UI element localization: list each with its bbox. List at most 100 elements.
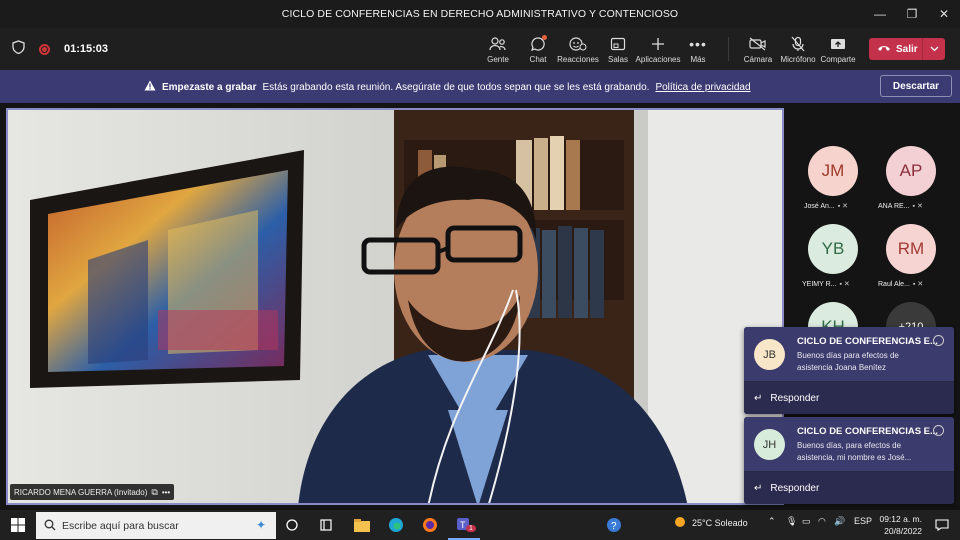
- volume-icon[interactable]: 🔊: [834, 516, 845, 527]
- taskbar-clock[interactable]: 09:12 a. m. 20/8/2022: [872, 513, 922, 537]
- share-button[interactable]: Comparte: [818, 28, 858, 70]
- more-icon: •••: [689, 35, 707, 52]
- banner-message: Estás grabando esta reunión. Asegúrate d…: [262, 81, 650, 93]
- search-icon: [44, 519, 56, 534]
- reply-arrow-icon: ↵: [754, 482, 763, 494]
- camera-off-icon: [749, 35, 767, 53]
- reactions-icon: [569, 35, 587, 53]
- weather-text: 25°C Soleado: [692, 518, 748, 528]
- hang-up-icon: [877, 44, 891, 55]
- participant-tile[interactable]: RM Raul Ale... ▪ ✕: [870, 218, 950, 292]
- wifi-icon[interactable]: ◠: [818, 516, 826, 527]
- chat-button[interactable]: Chat: [518, 28, 558, 70]
- weather-widget[interactable]: 25°C Soleado: [674, 516, 748, 530]
- leave-button[interactable]: Salir: [869, 38, 945, 60]
- muted-mic-icon: ▪ ✕: [837, 203, 849, 210]
- more-label: Más: [690, 54, 706, 64]
- task-view-icon[interactable]: [276, 510, 308, 540]
- participant-tile[interactable]: JM José An... ▪ ✕: [792, 140, 872, 214]
- notification-message: Buenos días, para efectos de asistencia,…: [797, 441, 912, 462]
- dismiss-banner-button[interactable]: Descartar: [880, 75, 952, 97]
- meeting-toolbar: 01:15:03 Gente Chat Reacciones Salas Apl…: [0, 28, 960, 70]
- share-label: Comparte: [820, 54, 856, 64]
- toolbar-divider: [728, 37, 729, 61]
- muted-mic-icon: ▪ ✕: [912, 281, 924, 288]
- reactions-button[interactable]: Reacciones: [557, 28, 599, 70]
- avatar: JB: [754, 339, 785, 370]
- chat-notification[interactable]: JB CICLO DE CONFERENCIAS E... Buenos día…: [744, 327, 954, 414]
- input-language[interactable]: ESP: [854, 516, 872, 526]
- help-icon[interactable]: ?: [598, 510, 630, 540]
- reactions-label: Reacciones: [557, 54, 599, 64]
- meeting-timer: 01:15:03: [64, 43, 109, 55]
- chat-notification[interactable]: JH CICLO DE CONFERENCIAS E... Buenos día…: [744, 417, 954, 504]
- muted-mic-icon: ▪ ✕: [839, 281, 850, 288]
- avatar: AP: [886, 146, 936, 196]
- people-icon: [489, 35, 507, 53]
- camera-button[interactable]: Cámara: [738, 28, 778, 70]
- clock-time: 09:12 a. m.: [879, 514, 922, 524]
- microphone-button[interactable]: Micrófono: [778, 28, 818, 70]
- chat-unread-dot: [542, 35, 547, 40]
- widgets-icon[interactable]: [310, 510, 342, 540]
- window-title: CICLO DE CONFERENCIAS EN DERECHO ADMINIS…: [281, 8, 679, 20]
- notifications-icon[interactable]: [926, 510, 958, 540]
- breakout-rooms-icon: [610, 35, 626, 53]
- avatar: RM: [886, 224, 936, 274]
- svg-text:?: ?: [611, 521, 617, 532]
- reply-button[interactable]: ↵ Responder: [744, 471, 954, 504]
- apps-label: Aplicaciones: [635, 54, 681, 64]
- participant-options-icon[interactable]: ⧉: [151, 487, 157, 498]
- avatar: YB: [808, 224, 858, 274]
- add-icon: [651, 35, 665, 53]
- notification-message: Buenos días para efectos de asistencia J…: [797, 351, 899, 372]
- participant-tile[interactable]: AP ANA RE... ▪ ✕: [870, 140, 950, 214]
- reply-label: Responder: [770, 392, 820, 404]
- rooms-label: Salas: [607, 54, 628, 64]
- warning-icon: [144, 80, 156, 94]
- teams-icon[interactable]: T 1: [448, 510, 480, 540]
- windows-start-icon[interactable]: [0, 510, 36, 540]
- close-icon[interactable]: ✕: [928, 0, 960, 28]
- apps-button[interactable]: Aplicaciones: [635, 28, 681, 70]
- file-explorer-icon[interactable]: [346, 510, 378, 540]
- chat-label: Chat: [529, 54, 547, 64]
- people-button[interactable]: Gente: [478, 28, 518, 70]
- minimize-icon[interactable]: —: [864, 0, 896, 28]
- reply-arrow-icon: ↵: [754, 392, 763, 404]
- main-video-feed[interactable]: [6, 108, 784, 505]
- reply-button[interactable]: ↵ Responder: [744, 381, 954, 414]
- reply-label: Responder: [770, 482, 820, 494]
- clock-date: 20/8/2022: [884, 526, 922, 536]
- restore-icon[interactable]: ❐: [896, 0, 928, 28]
- taskbar-search-box[interactable]: Escribe aquí para buscar ✦: [36, 512, 276, 539]
- window-titlebar: CICLO DE CONFERENCIAS EN DERECHO ADMINIS…: [0, 0, 960, 28]
- chat-bubble-icon: [933, 425, 944, 436]
- avatar: JM: [808, 146, 858, 196]
- more-options-icon[interactable]: •••: [162, 488, 170, 497]
- teams-badge: 1: [466, 525, 476, 532]
- participant-tile[interactable]: YB YEIMY R... ▪ ✕: [792, 218, 872, 292]
- search-highlight-icon: ✦: [255, 518, 266, 532]
- mic-off-icon: [790, 35, 806, 53]
- edge-browser-icon[interactable]: [380, 510, 412, 540]
- speaker-name-tag: RICARDO MENA GUERRA (Invitado) ⧉ •••: [10, 484, 175, 500]
- rooms-button[interactable]: Salas: [598, 28, 638, 70]
- privacy-policy-link[interactable]: Política de privacidad: [655, 82, 750, 93]
- speaker-name: RICARDO MENA GUERRA (Invitado): [14, 487, 148, 497]
- recording-indicator-icon: [39, 43, 50, 55]
- muted-mic-icon: ▪ ✕: [912, 203, 923, 210]
- chevron-up-icon[interactable]: ⌃: [768, 516, 776, 527]
- leave-label: Salir: [896, 43, 918, 55]
- microphone-label: Micrófono: [780, 54, 816, 64]
- network-icon[interactable]: ▭: [802, 516, 811, 527]
- participant-name: ANA RE...: [878, 202, 910, 210]
- shield-icon: [12, 39, 25, 59]
- leave-options-chevron-down-icon[interactable]: [923, 38, 945, 60]
- microphone-tray-icon[interactable]: 🎙: [786, 516, 797, 527]
- notification-title: CICLO DE CONFERENCIAS E...: [797, 426, 938, 437]
- firefox-icon[interactable]: [414, 510, 446, 540]
- more-button[interactable]: ••• Más: [678, 28, 718, 70]
- speaker-video-image: [8, 110, 782, 503]
- sun-icon: [674, 516, 686, 530]
